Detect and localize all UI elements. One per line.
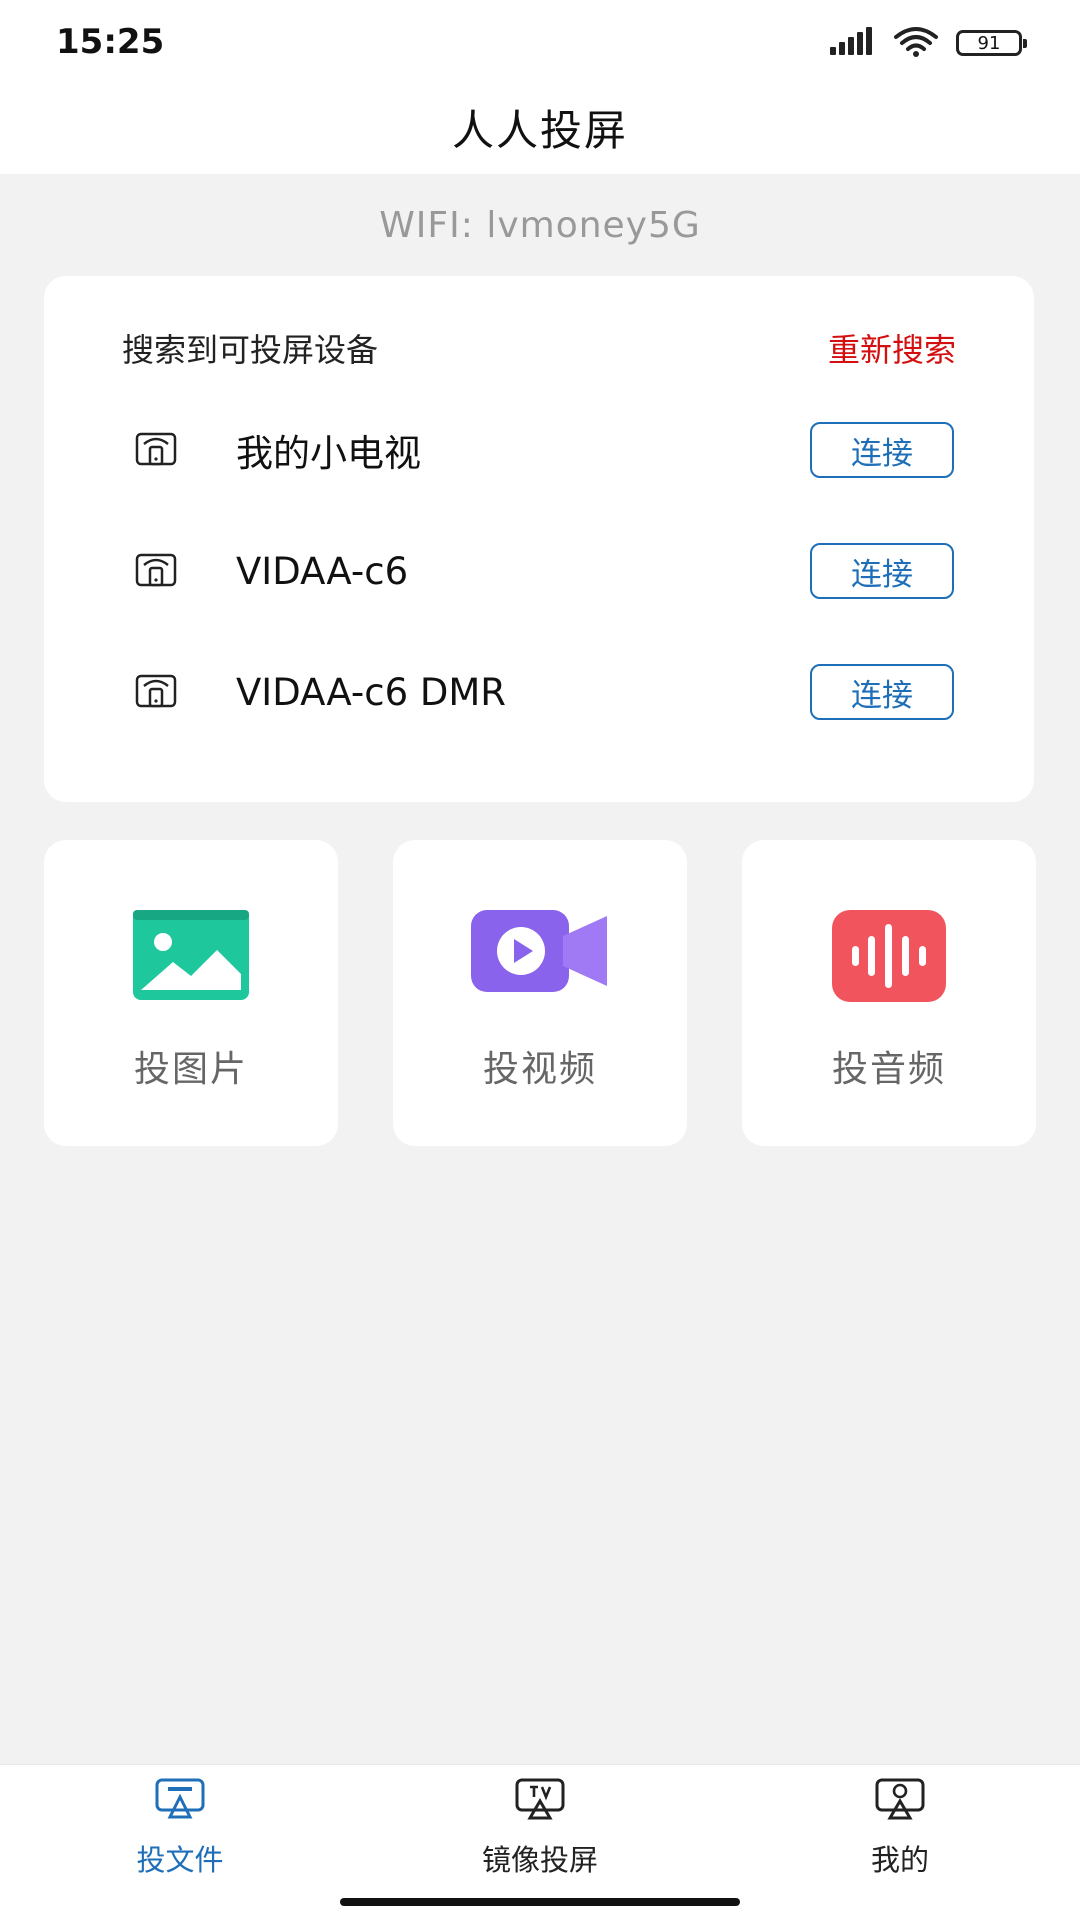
cast-device-icon: [134, 673, 178, 711]
home-indicator[interactable]: [340, 1898, 740, 1906]
app-header: 人人投屏: [0, 80, 1080, 174]
status-icons: 91: [830, 25, 1027, 61]
device-list-title: 搜索到可投屏设备: [122, 331, 379, 369]
wifi-network-label: WIFI: lvmoney5G: [379, 205, 701, 246]
connect-button[interactable]: 连接: [810, 664, 954, 720]
wifi-icon: [892, 25, 940, 61]
cast-file-icon: [60, 1777, 300, 1825]
tab-label: 我的: [870, 1843, 929, 1877]
cast-video-tile[interactable]: 投视频: [393, 840, 687, 1146]
status-time: 15:25: [56, 22, 165, 62]
tile-label: 投音频: [831, 1049, 946, 1090]
tab-label: 镜像投屏: [481, 1843, 598, 1877]
battery-level: 91: [977, 32, 1001, 54]
video-icon: [393, 910, 687, 1004]
cast-device-icon: [134, 552, 178, 590]
cast-audio-tile[interactable]: 投音频: [742, 840, 1036, 1146]
profile-icon: [780, 1777, 1020, 1825]
signal-icon: [830, 27, 876, 59]
device-row[interactable]: 我的小电视 连接: [134, 420, 954, 480]
image-icon: [44, 910, 338, 1004]
device-list-card: 搜索到可投屏设备 重新搜索 我的小电视 连接 VIDAA-c6 连接 VIDAA…: [44, 276, 1034, 802]
page-title: 人人投屏: [451, 105, 628, 155]
device-name: VIDAA-c6 DMR: [236, 670, 507, 714]
status-bar: 15:25 91: [0, 0, 1080, 80]
tab-profile[interactable]: 我的: [780, 1765, 1020, 1885]
device-name: VIDAA-c6: [236, 549, 409, 593]
audio-icon: [742, 910, 1036, 1004]
connect-button[interactable]: 连接: [810, 543, 954, 599]
device-name: 我的小电视: [236, 432, 421, 475]
device-list-header: 搜索到可投屏设备 重新搜索: [122, 326, 956, 370]
tab-cast-file[interactable]: 投文件: [60, 1765, 300, 1885]
tab-label: 投文件: [136, 1843, 224, 1877]
tile-label: 投图片: [133, 1049, 248, 1090]
bottom-nav: 投文件 镜像投屏 我的: [0, 1764, 1080, 1920]
tab-mirror-cast[interactable]: 镜像投屏: [420, 1765, 660, 1885]
battery-icon: 91: [956, 30, 1027, 56]
device-row[interactable]: VIDAA-c6 连接: [134, 541, 954, 601]
cast-image-tile[interactable]: 投图片: [44, 840, 338, 1146]
connect-button[interactable]: 连接: [810, 422, 954, 478]
cast-device-icon: [134, 431, 178, 469]
tile-label: 投视频: [482, 1049, 597, 1090]
tv-mirror-icon: [420, 1777, 660, 1825]
device-row[interactable]: VIDAA-c6 DMR 连接: [134, 662, 954, 722]
rescan-button[interactable]: 重新搜索: [828, 325, 956, 371]
